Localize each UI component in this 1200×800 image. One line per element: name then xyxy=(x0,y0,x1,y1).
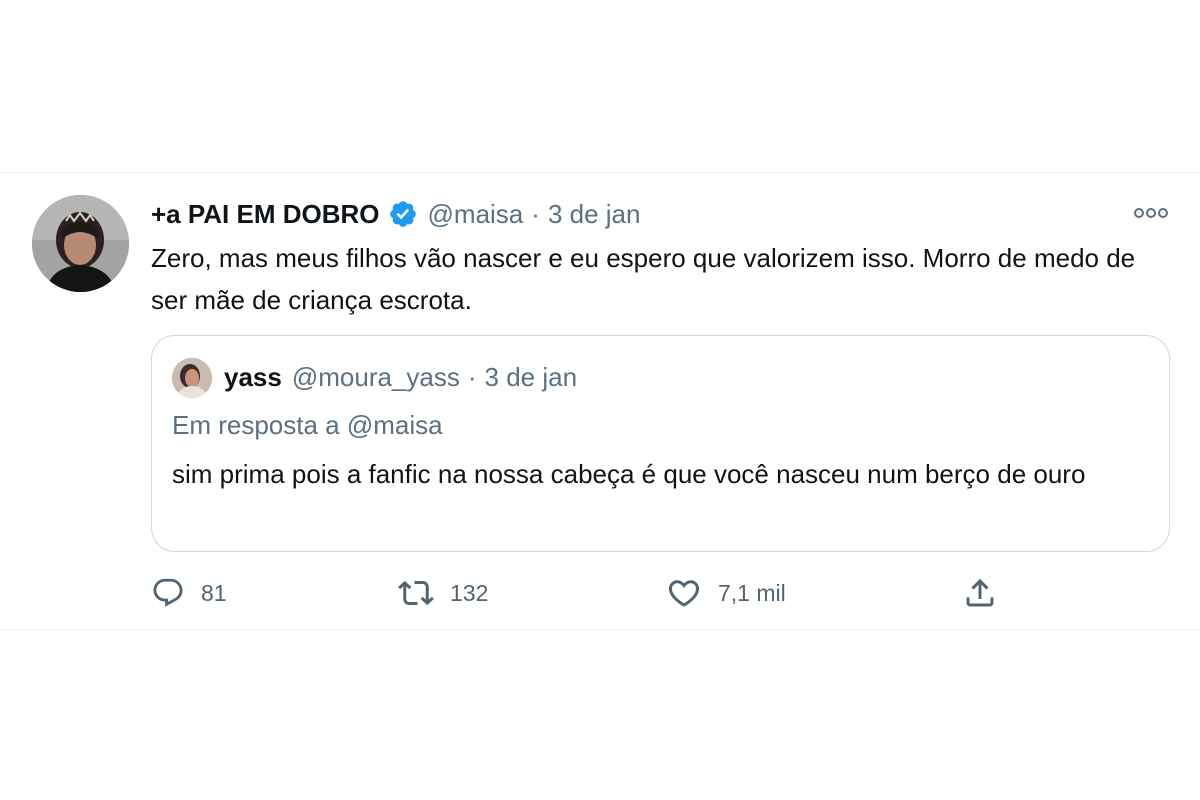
quoted-header: yass @moura_yass · 3 de jan xyxy=(224,360,577,394)
retweet-icon xyxy=(398,575,434,611)
quoted-tweet[interactable]: yass @moura_yass · 3 de jan Em resposta … xyxy=(151,335,1170,552)
avatar[interactable] xyxy=(32,195,129,292)
tweet-header: +a PAI EM DOBRO @maisa · 3 de jan xyxy=(151,197,640,231)
quoted-avatar-image xyxy=(172,358,212,398)
reply-icon xyxy=(151,576,185,610)
like-icon xyxy=(666,575,702,611)
quoted-user-handle[interactable]: @moura_yass xyxy=(292,362,460,393)
quoted-display-name[interactable]: yass xyxy=(224,362,282,393)
tweet-card[interactable]: +a PAI EM DOBRO @maisa · 3 de jan Zero, … xyxy=(0,172,1200,630)
display-name[interactable]: +a PAI EM DOBRO xyxy=(151,199,380,230)
quoted-date[interactable]: 3 de jan xyxy=(485,362,578,393)
user-handle[interactable]: @maisa xyxy=(428,199,524,230)
quoted-separator-dot: · xyxy=(467,361,477,392)
like-count: 7,1 mil xyxy=(718,579,786,606)
tweet-text: Zero, mas meus filhos vão nascer e eu es… xyxy=(151,243,1136,315)
verified-badge-icon xyxy=(388,199,418,229)
reply-prefix: Em resposta a xyxy=(172,410,340,440)
separator-dot: · xyxy=(531,198,540,229)
reply-count: 81 xyxy=(201,579,227,606)
share-button[interactable] xyxy=(962,571,998,615)
tweet-date[interactable]: 3 de jan xyxy=(548,199,641,230)
quoted-tweet-text: sim prima pois a fanfic na nossa cabeça … xyxy=(172,459,1086,489)
reply-button[interactable]: 81 xyxy=(151,571,227,615)
retweet-count: 132 xyxy=(450,579,489,606)
quoted-avatar[interactable] xyxy=(172,358,212,398)
share-icon xyxy=(962,575,998,611)
reply-context: Em resposta a @maisa xyxy=(172,410,443,441)
retweet-button[interactable]: 132 xyxy=(398,571,488,615)
more-options-icon[interactable] xyxy=(1132,203,1172,223)
action-bar: 81 132 7,1 mil xyxy=(0,571,1200,615)
avatar-image xyxy=(32,195,129,292)
reply-to-handle[interactable]: @maisa xyxy=(347,410,443,440)
like-button[interactable]: 7,1 mil xyxy=(666,571,786,615)
